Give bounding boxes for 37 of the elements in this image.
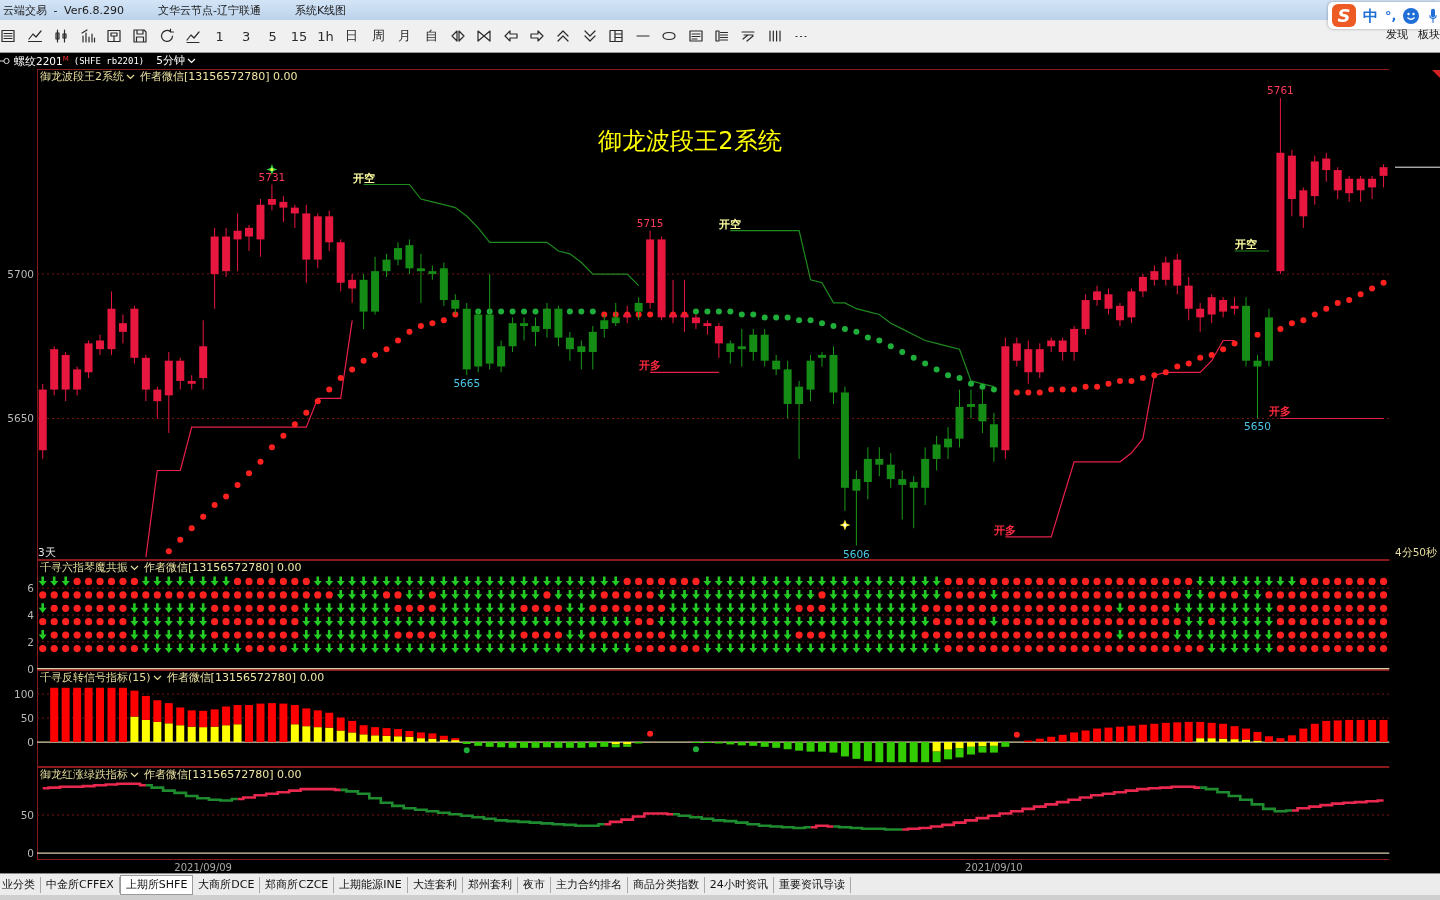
- signal-label: 开空: [1235, 237, 1258, 250]
- price-label: 5665: [453, 377, 481, 390]
- indicator-info: 作者微信[13156572780] 0.00: [166, 672, 325, 684]
- date-label: 2021/09/10: [965, 862, 1023, 873]
- signal-label: 开多: [1269, 405, 1292, 418]
- axis-label: 5700: [7, 268, 34, 281]
- price-label: 5731: [258, 170, 286, 183]
- server-node-label: 文华云节点-辽宁联通: [158, 2, 262, 18]
- symbol-name: 螺纹2201$^{M}$: [14, 55, 69, 67]
- range-label: 3天: [38, 546, 56, 558]
- axis-label: 6: [27, 582, 34, 595]
- axis-label: 100: [13, 688, 34, 700]
- price-label: 5606: [843, 547, 870, 560]
- signal-label: 开空: [719, 217, 742, 230]
- symbol-code: (SHFE rb2201): [73, 56, 145, 66]
- axis-label: 50: [20, 712, 34, 724]
- indicator-info: 作者微信[13156572780] 0.00: [144, 769, 302, 781]
- countdown-label: 4分50秒: [1394, 546, 1437, 558]
- price-label: 5715: [636, 216, 664, 229]
- axis-label: 4: [27, 609, 34, 621]
- axis-label: 5650: [7, 412, 34, 425]
- axis-label: 0: [27, 847, 34, 860]
- window-title: 云端交易 - Ver6.8.290: [2, 2, 125, 18]
- signal-label: 开多: [639, 359, 662, 372]
- signal-label: 开空: [352, 171, 375, 184]
- view-label: 系统K线图: [295, 2, 347, 18]
- axis-label: 50: [20, 809, 34, 821]
- indicator-info: 作者微信[13156572780] 0.00: [140, 71, 298, 83]
- axis-label: 2: [27, 635, 34, 648]
- signal-label: 开多: [994, 523, 1017, 536]
- chart-title: 御龙波段王2系统: [598, 127, 782, 155]
- price-label: 5761: [1267, 83, 1294, 96]
- date-label: 2021/09/09: [174, 862, 232, 873]
- price-label: 5650: [1244, 420, 1271, 433]
- axis-label: 0: [27, 662, 34, 675]
- indicator-info: 作者微信[13156572780] 0.00: [144, 562, 302, 574]
- axis-label: 0: [27, 736, 34, 749]
